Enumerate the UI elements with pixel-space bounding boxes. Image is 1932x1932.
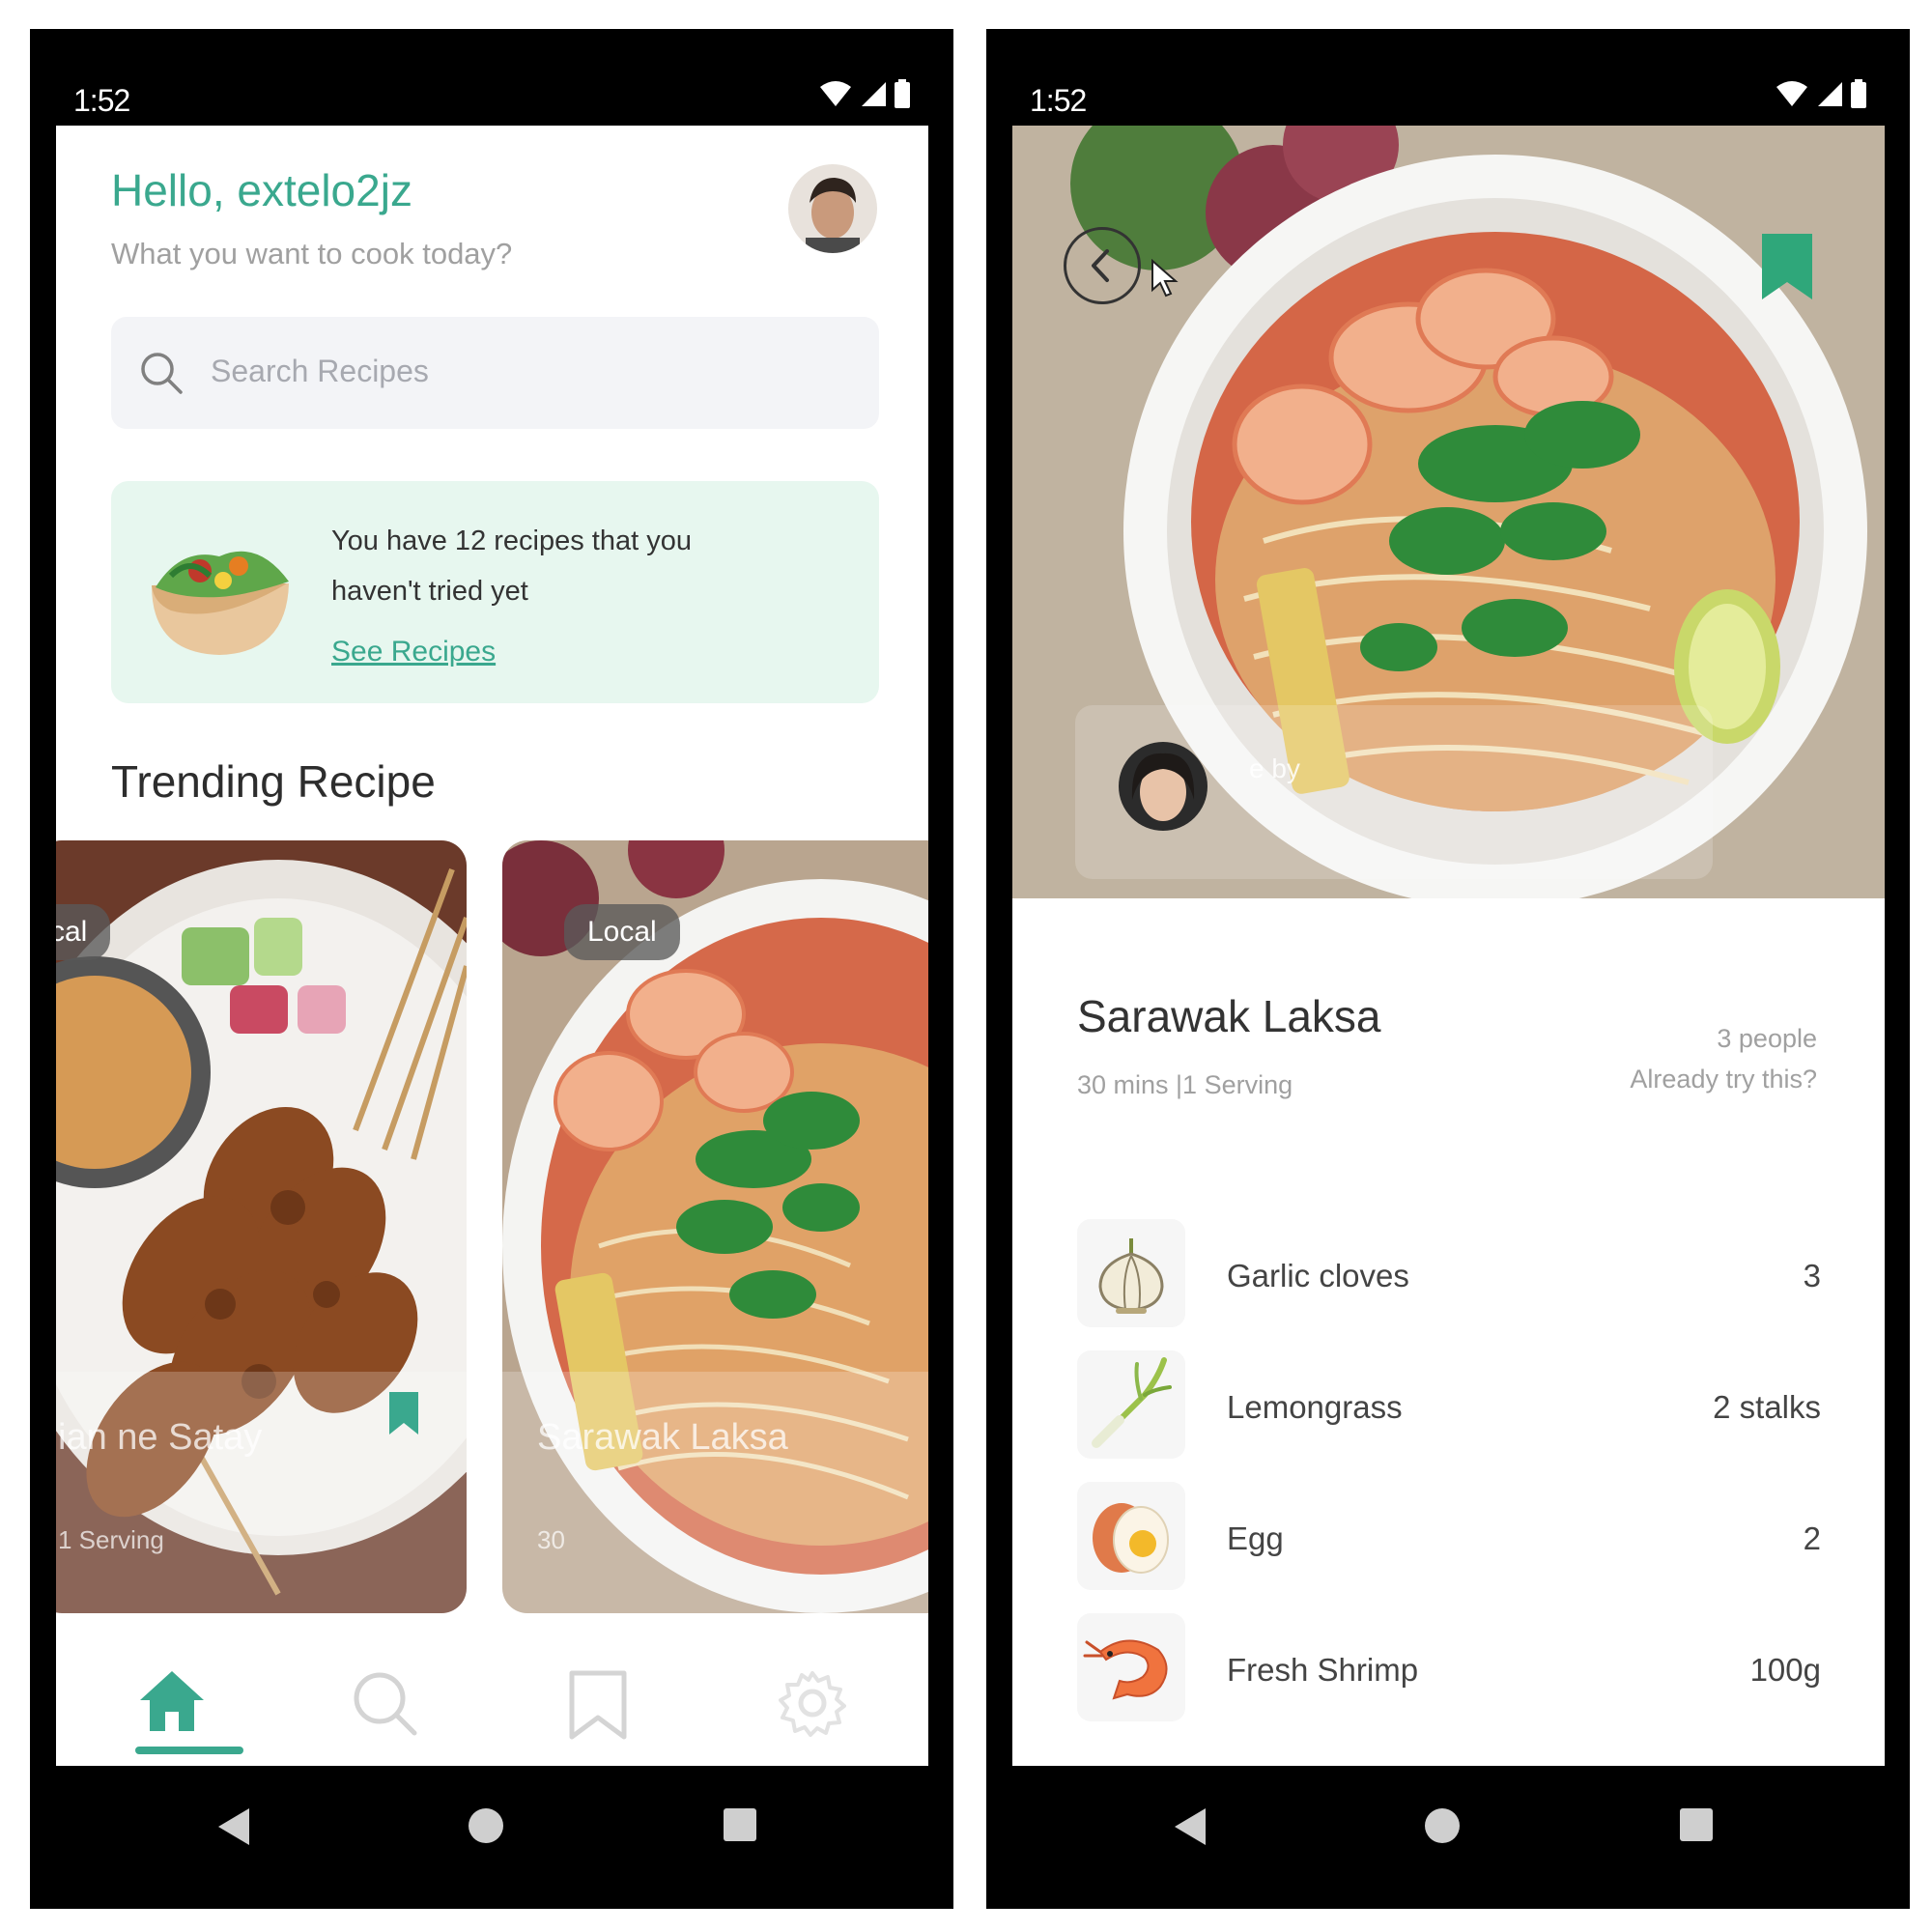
system-nav-bar [30, 1766, 953, 1909]
ingredient-quantity: 100g [1749, 1652, 1821, 1688]
ingredient-row: Fresh Shrimp 100g [1077, 1613, 1821, 1729]
system-recents-button[interactable] [1678, 1806, 1715, 1848]
system-recents-button[interactable] [722, 1806, 758, 1848]
battery-icon [1851, 79, 1866, 113]
ingredient-name: Fresh Shrimp [1227, 1652, 1419, 1688]
mouse-cursor-icon [1151, 258, 1179, 302]
nav-search[interactable] [351, 1669, 418, 1742]
system-home-button[interactable] [1423, 1806, 1462, 1850]
recents-square-icon [724, 1808, 756, 1841]
garlic-icon [1077, 1219, 1185, 1327]
search-icon [138, 350, 185, 401]
recipe-card-satay[interactable]: cal ian ne Satay 1 Serving [56, 840, 467, 1613]
bookmark-icon[interactable] [389, 1392, 418, 1439]
ingredient-name: Lemongrass [1227, 1389, 1403, 1425]
system-nav-bar [986, 1766, 1910, 1909]
home-circle-icon [469, 1808, 503, 1843]
untried-recipes-card: You have 12 recipes that you haven't tri… [111, 481, 879, 703]
search-input[interactable]: Search Recipes [111, 317, 879, 429]
card-title: Sarawak Laksa [537, 1417, 788, 1458]
wifi-icon [819, 80, 852, 112]
see-recipes-link[interactable]: See Recipes [331, 636, 496, 668]
bottom-navigation [56, 1631, 928, 1766]
nav-settings[interactable] [779, 1669, 846, 1742]
recipe-title: Sarawak Laksa [1077, 991, 1381, 1041]
ingredient-quantity: 2 stalks [1713, 1389, 1821, 1425]
status-icons [1776, 79, 1866, 113]
bookmark-icon [569, 1670, 627, 1740]
system-home-button[interactable] [467, 1806, 505, 1850]
back-triangle-icon [218, 1808, 249, 1845]
card-meta: 30 [537, 1525, 565, 1554]
bookmark-icon[interactable] [1762, 234, 1812, 304]
nav-active-indicator [135, 1747, 243, 1754]
signal-icon [1816, 80, 1843, 112]
ingredient-name: Egg [1227, 1520, 1284, 1556]
section-title-trending: Trending Recipe [111, 756, 436, 807]
untried-recipes-message: You have 12 recipes that you haven't tri… [331, 526, 692, 607]
author-avatar [1119, 742, 1208, 831]
search-icon [354, 1672, 417, 1736]
ingredient-quantity: 2 [1803, 1520, 1821, 1556]
chevron-left-icon [1092, 249, 1109, 282]
tried-count: 3 people [1717, 1024, 1817, 1053]
status-bar: 1:52 [986, 29, 1910, 126]
home-screen: Hello, extelo2jz What you want to cook t… [56, 126, 928, 1766]
back-triangle-icon [1175, 1808, 1206, 1845]
recents-square-icon [1680, 1808, 1713, 1841]
recipe-card-laksa[interactable]: Local Sarawak Laksa 30 [502, 840, 928, 1613]
home-icon [140, 1671, 204, 1731]
lemongrass-icon [1077, 1350, 1185, 1459]
egg-icon [1077, 1482, 1185, 1590]
status-bar: 1:52 [30, 29, 953, 126]
shrimp-icon [1077, 1613, 1185, 1721]
recipe-detail-screen: e by Sarawak Laksa 30 mins |1 Serving 3 … [1012, 126, 1885, 1766]
signal-icon [860, 80, 887, 112]
status-icons [819, 79, 910, 113]
recipe-meta: 30 mins |1 Serving [1077, 1070, 1293, 1099]
ingredient-row: Egg 2 [1077, 1482, 1821, 1598]
avatar[interactable] [788, 164, 877, 253]
home-circle-icon [1425, 1808, 1460, 1843]
recipe-hero-image: e by [1012, 126, 1885, 898]
wifi-icon [1776, 80, 1808, 112]
phone-detail-screen: 1:52 e by Sarawak Laksa 30 mins |1 Servi… [986, 29, 1910, 1909]
gear-icon [779, 1671, 846, 1737]
card-overlay [502, 1372, 928, 1613]
ingredient-name: Garlic cloves [1227, 1258, 1409, 1293]
tried-question: Already try this? [1630, 1065, 1817, 1094]
back-button[interactable] [1064, 227, 1141, 304]
greeting-title: Hello, extelo2jz [111, 165, 412, 215]
greeting-subtitle: What you want to cook today? [111, 237, 513, 270]
ingredient-row: Garlic cloves 3 [1077, 1219, 1821, 1335]
card-meta: 1 Serving [58, 1525, 164, 1554]
nav-saved[interactable] [568, 1669, 628, 1746]
card-badge: cal [56, 904, 111, 960]
search-placeholder: Search Recipes [211, 354, 429, 388]
system-back-button[interactable] [216, 1806, 251, 1852]
battery-icon [895, 79, 910, 113]
status-time: 1:52 [73, 83, 130, 118]
author-label: e by [1249, 753, 1300, 783]
author-chip[interactable]: e by [1075, 705, 1713, 879]
card-title: ian ne Satay [58, 1417, 263, 1458]
nav-home[interactable] [138, 1669, 206, 1738]
phone-home-screen: 1:52 Hello, extelo2jz What you want to c… [30, 29, 953, 1909]
salad-bowl-icon [142, 527, 297, 668]
ingredient-row: Lemongrass 2 stalks [1077, 1350, 1821, 1466]
ingredient-quantity: 3 [1803, 1258, 1821, 1293]
card-badge: Local [564, 904, 680, 960]
system-back-button[interactable] [1173, 1806, 1208, 1852]
status-time: 1:52 [1030, 83, 1087, 118]
